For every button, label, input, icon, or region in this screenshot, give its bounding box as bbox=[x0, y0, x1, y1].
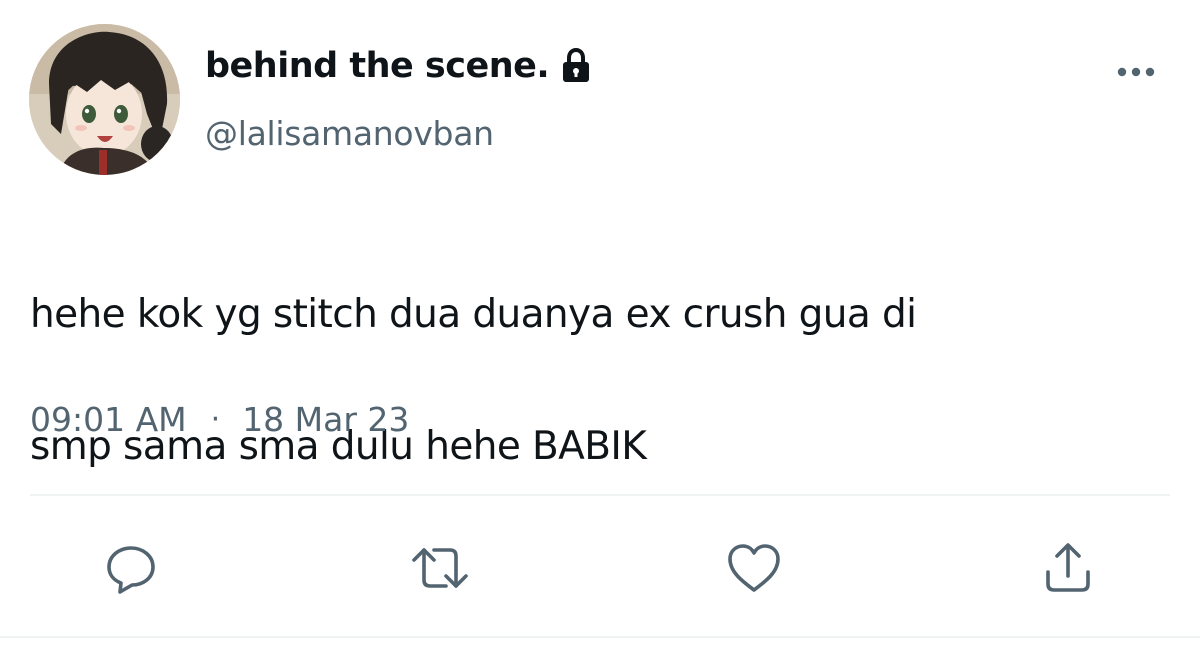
retweet-icon bbox=[412, 548, 468, 588]
more-options-button[interactable] bbox=[1112, 58, 1160, 86]
separator-dot: · bbox=[210, 402, 221, 437]
tweet-card: behind the scene. @lalisamanovban hehe k… bbox=[0, 0, 1200, 656]
tweet-text-line-1: hehe kok yg stitch dua duanya ex crush g… bbox=[30, 292, 917, 337]
tweet-date[interactable]: 18 Mar 23 bbox=[242, 400, 409, 439]
avatar[interactable] bbox=[29, 24, 180, 175]
lock-icon bbox=[559, 47, 593, 84]
user-handle[interactable]: @lalisamanovban bbox=[205, 114, 494, 153]
heart-icon bbox=[728, 544, 780, 592]
avatar-illustration bbox=[29, 24, 180, 175]
reply-button[interactable] bbox=[103, 540, 159, 596]
tweet-text: hehe kok yg stitch dua duanya ex crush g… bbox=[30, 216, 1160, 546]
display-name[interactable]: behind the scene. bbox=[205, 46, 593, 86]
divider bbox=[30, 494, 1170, 496]
action-bar bbox=[0, 540, 1200, 600]
more-icon bbox=[1117, 67, 1155, 77]
reply-icon bbox=[107, 546, 155, 594]
divider bbox=[0, 636, 1200, 638]
retweet-button[interactable] bbox=[410, 540, 468, 596]
share-button[interactable] bbox=[1040, 540, 1096, 596]
tweet-timestamp: 09:01 AM · 18 Mar 23 bbox=[30, 400, 409, 439]
display-name-text[interactable]: behind the scene. bbox=[205, 46, 550, 86]
share-icon bbox=[1046, 543, 1090, 592]
like-button[interactable] bbox=[725, 540, 781, 596]
tweet-time[interactable]: 09:01 AM bbox=[30, 400, 187, 439]
